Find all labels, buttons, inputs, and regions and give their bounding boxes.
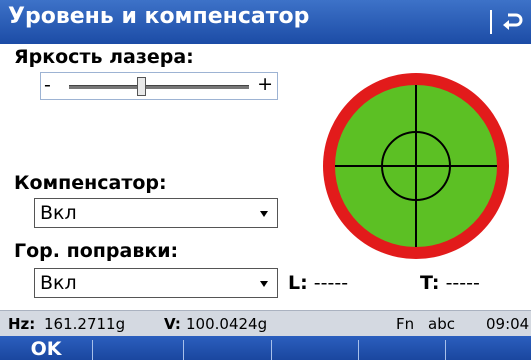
v-label: V: <box>164 315 181 333</box>
status-bar: Hz: 161.2711g V: 100.0424g Fn abc 09:04 <box>0 310 531 337</box>
horizontal-corrections-value: Вкл <box>40 272 77 294</box>
softkey-3[interactable] <box>184 336 271 360</box>
hz-value: 161.2711g <box>44 315 126 333</box>
softkey-6[interactable] <box>446 336 531 360</box>
v-value: 100.0424g <box>186 315 268 333</box>
softkey-4[interactable] <box>272 336 358 360</box>
tilt-t-readout: T: ----- <box>420 272 480 294</box>
clock: 09:04 <box>486 315 530 333</box>
slider-thumb[interactable] <box>136 77 146 96</box>
horizontal-corrections-select[interactable]: Вкл <box>34 268 278 298</box>
slider-plus[interactable]: + <box>257 73 273 95</box>
slider-minus[interactable]: - <box>44 74 51 96</box>
compensator-select[interactable]: Вкл <box>34 198 278 228</box>
slider-track[interactable] <box>69 85 249 89</box>
laser-brightness-slider[interactable]: - + <box>40 72 278 100</box>
tilt-l-label: L: <box>288 272 308 294</box>
title-separator <box>490 10 492 34</box>
fn-indicator: Fn <box>396 315 415 333</box>
back-arrow-icon <box>503 13 523 30</box>
triangle-down-icon <box>260 211 268 217</box>
electronic-level-bubble <box>323 73 509 259</box>
ok-softkey[interactable]: OK <box>0 336 92 360</box>
softkey-bar: OK <box>0 336 531 360</box>
title-bar: Уровень и компенсатор <box>0 0 531 44</box>
tilt-l-readout: L: ----- <box>288 272 348 294</box>
tilt-t-value: ----- <box>445 272 480 294</box>
compensator-label: Компенсатор: <box>14 172 167 194</box>
softkey-2[interactable] <box>93 336 183 360</box>
horizontal-corrections-label: Гор. поправки: <box>14 240 179 262</box>
triangle-down-icon <box>260 281 268 287</box>
hz-label: Hz: <box>8 315 36 333</box>
softkey-5[interactable] <box>359 336 445 360</box>
input-mode-indicator: abc <box>428 315 455 333</box>
back-button[interactable] <box>498 6 528 38</box>
tilt-t-label: T: <box>420 272 440 294</box>
window-title: Уровень и компенсатор <box>8 4 310 29</box>
laser-brightness-label: Яркость лазера: <box>14 46 194 68</box>
tilt-l-value: ----- <box>313 272 349 294</box>
compensator-value: Вкл <box>40 202 77 224</box>
